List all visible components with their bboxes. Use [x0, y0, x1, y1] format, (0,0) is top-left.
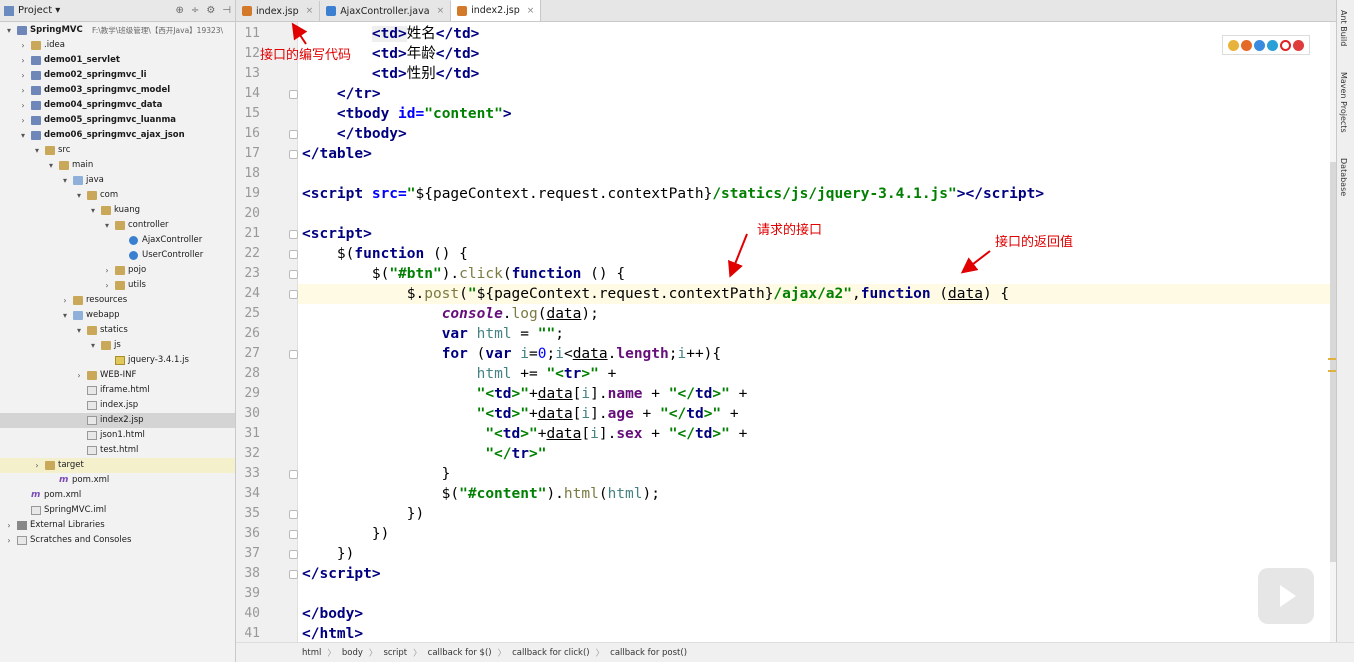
ant-build-tab[interactable]: Ant Build	[1339, 10, 1348, 46]
breadcrumb-separator: 〉	[497, 648, 507, 659]
annotation-arrows	[291, 22, 991, 278]
breadcrumb-item[interactable]: callback for post()	[610, 648, 687, 658]
arrow-return-note	[960, 250, 991, 274]
breadcrumb-separator: 〉	[368, 648, 378, 659]
arrow-code-note	[291, 22, 308, 45]
opera-icon[interactable]	[1280, 39, 1291, 51]
scroll-marker	[1328, 358, 1336, 360]
breadcrumb-item[interactable]: callback for click()	[512, 648, 590, 658]
ie-icon[interactable]	[1267, 39, 1278, 51]
vivaldi-icon[interactable]	[1293, 39, 1304, 51]
breadcrumb-separator: 〉	[413, 648, 422, 659]
chrome-icon[interactable]	[1228, 39, 1239, 51]
breadcrumb-separator: 〉	[327, 648, 336, 659]
breadcrumb-item[interactable]: script	[383, 648, 407, 658]
breadcrumb-item[interactable]: html	[302, 648, 321, 658]
breadcrumb-item[interactable]: body	[342, 648, 363, 658]
maven-projects-tab[interactable]: Maven Projects	[1339, 72, 1348, 133]
safari-icon[interactable]	[1254, 39, 1265, 51]
breadcrumb-separator: 〉	[595, 648, 605, 659]
firefox-icon[interactable]	[1241, 39, 1252, 51]
play-button-overlay[interactable]	[1258, 568, 1314, 624]
database-tab[interactable]: Database	[1339, 158, 1348, 196]
arrow-request-note	[728, 233, 748, 278]
right-tool-strip: Ant Build Maven Projects Database	[1336, 0, 1354, 662]
breadcrumb-item[interactable]: callback for $()	[428, 648, 492, 658]
scroll-marker	[1328, 370, 1336, 372]
browser-preview-bar	[1222, 35, 1310, 55]
breadcrumb: html 〉 body 〉 script 〉 callback for $() 〉 callba…	[236, 642, 1354, 662]
